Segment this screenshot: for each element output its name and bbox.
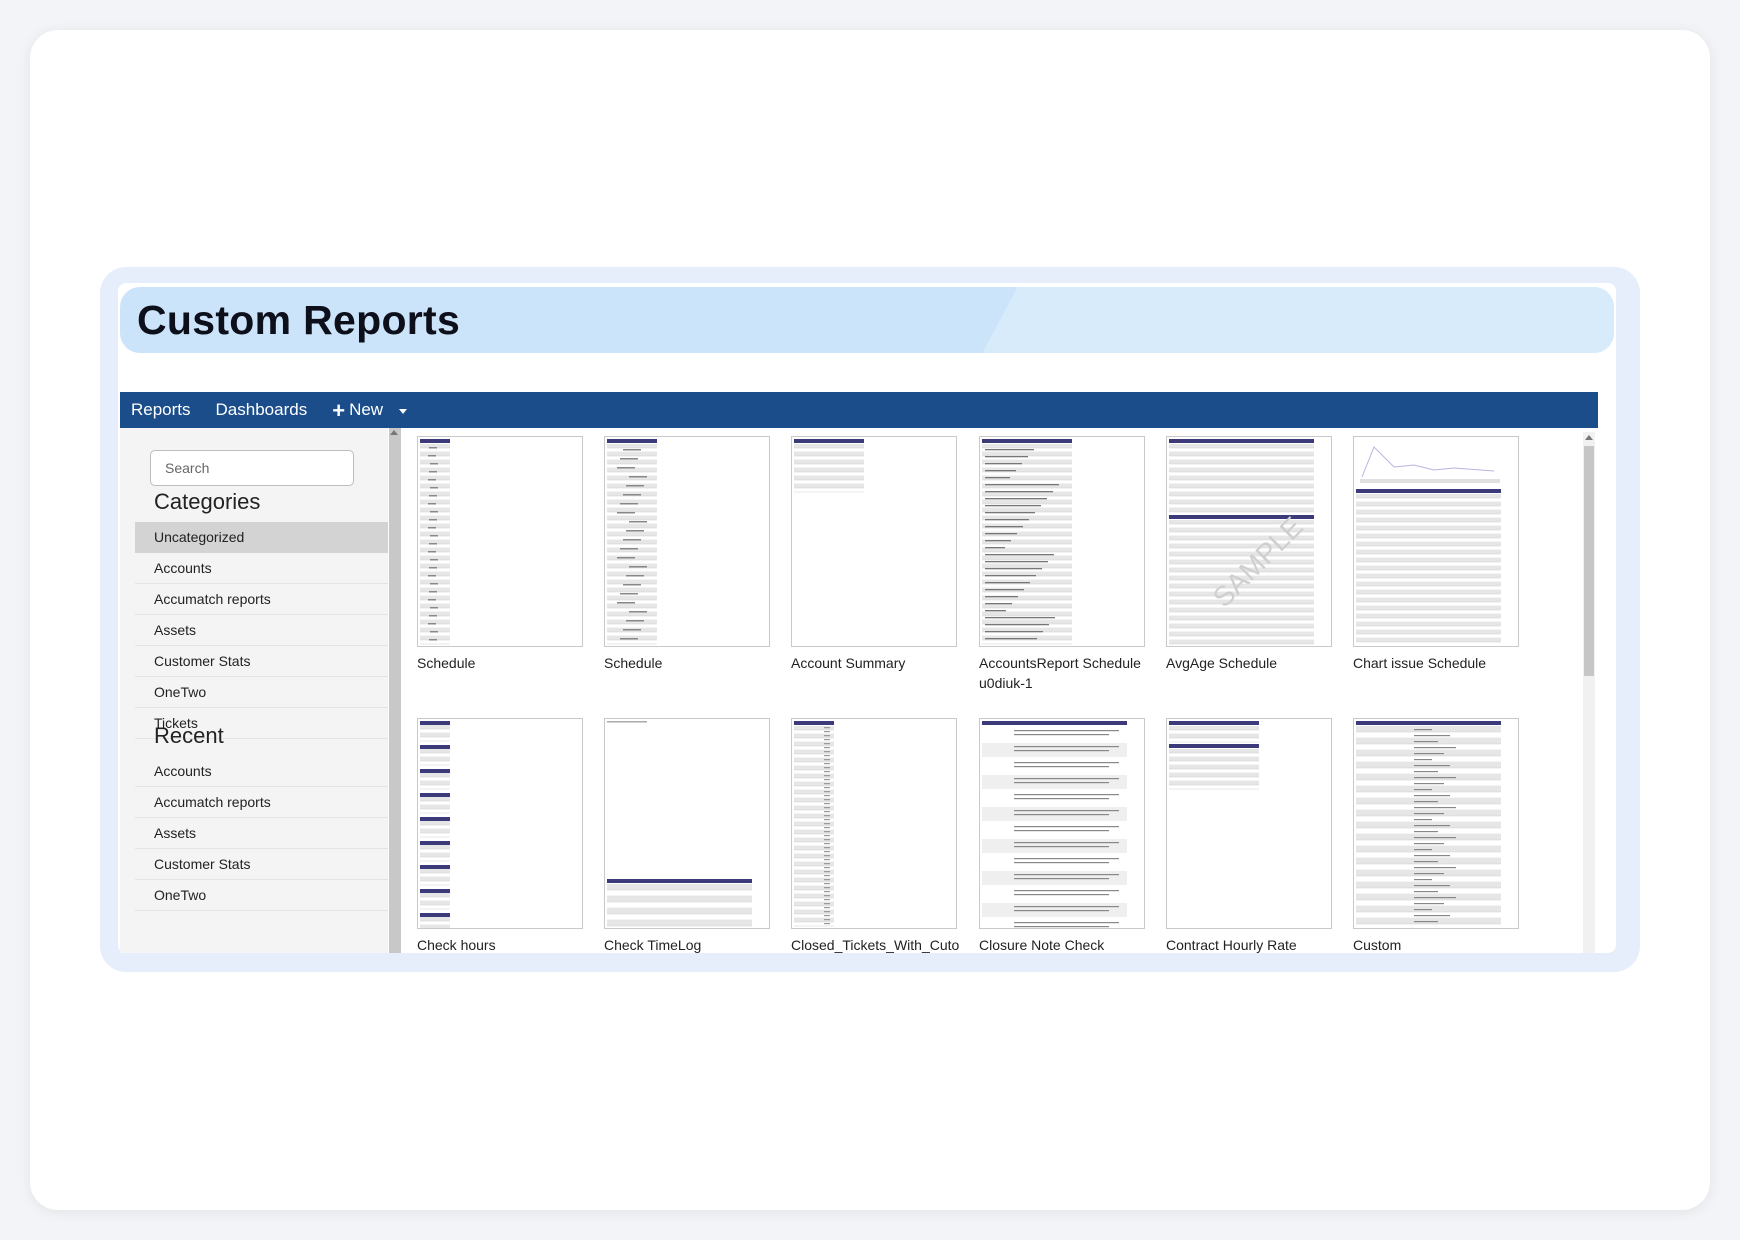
report-tile[interactable]: Check hours bbox=[417, 718, 583, 953]
report-thumbnail[interactable] bbox=[417, 718, 583, 929]
content-scrollbar[interactable] bbox=[1583, 432, 1595, 953]
report-name[interactable]: Schedule bbox=[417, 653, 583, 673]
top-navbar: Reports Dashboards + New bbox=[120, 392, 1598, 428]
sidebar: Categories UncategorizedAccountsAccumatc… bbox=[120, 428, 388, 953]
page-title: Custom Reports bbox=[137, 297, 461, 343]
categories-heading: Categories bbox=[154, 489, 261, 514]
recent-heading: Recent bbox=[154, 723, 224, 748]
report-tile[interactable]: Chart issue Schedule bbox=[1353, 436, 1519, 673]
scroll-up-arrow-icon[interactable] bbox=[390, 430, 398, 435]
report-tile[interactable]: Account Summary bbox=[791, 436, 957, 673]
reports-grid: Schedule Schedule Account Summary AccountsR… bbox=[402, 428, 1578, 953]
recent-item[interactable]: Accounts bbox=[135, 756, 388, 787]
report-name[interactable]: Account Summary bbox=[791, 653, 957, 673]
category-item[interactable]: Uncategorized bbox=[135, 522, 388, 553]
plus-icon: + bbox=[332, 397, 346, 423]
scroll-up-arrow-icon[interactable] bbox=[1585, 435, 1593, 440]
report-thumbnail[interactable] bbox=[1166, 718, 1332, 929]
nav-reports[interactable]: Reports bbox=[131, 400, 191, 420]
report-name[interactable]: Schedule bbox=[604, 653, 770, 673]
report-thumbnail[interactable] bbox=[417, 436, 583, 647]
report-name-line: AccountsReport Schedule bbox=[979, 655, 1141, 671]
page-header: Custom Reports bbox=[120, 287, 1614, 353]
report-tile[interactable]: Closed_Tickets_With_Cuto bbox=[791, 718, 959, 953]
report-thumbnail[interactable]: SAMPLE bbox=[1166, 436, 1332, 647]
sidebar-scrollbar[interactable] bbox=[389, 428, 401, 953]
caret-down-icon bbox=[399, 408, 408, 414]
report-tile[interactable]: Custom bbox=[1353, 718, 1519, 953]
report-thumbnail[interactable] bbox=[979, 436, 1145, 647]
report-tile[interactable]: Schedule bbox=[604, 436, 770, 673]
report-name[interactable]: Closure Note Check bbox=[979, 935, 1145, 953]
report-name-line: u0diuk-1 bbox=[979, 675, 1033, 691]
category-item[interactable]: Assets bbox=[135, 615, 388, 646]
category-item[interactable]: OneTwo bbox=[135, 677, 388, 708]
recent-item[interactable]: OneTwo bbox=[135, 880, 388, 911]
report-name[interactable]: Closed_Tickets_With_Cuto bbox=[791, 935, 959, 953]
report-name[interactable]: AvgAge Schedule bbox=[1166, 653, 1332, 673]
report-tile[interactable]: AccountsReport Schedule u0diuk-1 bbox=[979, 436, 1145, 693]
report-tile[interactable]: Schedule bbox=[417, 436, 583, 673]
report-tile[interactable]: SAMPLE AvgAge Schedule bbox=[1166, 436, 1332, 673]
recent-item[interactable]: Accumatch reports bbox=[135, 787, 388, 818]
new-dropdown-toggle[interactable] bbox=[397, 407, 408, 414]
report-tile[interactable]: Contract Hourly Rate bbox=[1166, 718, 1332, 953]
report-thumbnail[interactable] bbox=[791, 436, 957, 647]
report-thumbnail[interactable] bbox=[791, 718, 957, 929]
report-name[interactable]: Check hours bbox=[417, 935, 583, 953]
recent-item[interactable]: Customer Stats bbox=[135, 849, 388, 880]
report-thumbnail[interactable] bbox=[1353, 436, 1519, 647]
new-button-label: New bbox=[349, 400, 384, 419]
report-tile[interactable]: Check TimeLog bbox=[604, 718, 770, 953]
report-name[interactable]: AccountsReport Schedule u0diuk-1 bbox=[979, 653, 1145, 693]
search-input[interactable] bbox=[150, 450, 354, 486]
new-button[interactable]: + New bbox=[332, 397, 384, 423]
category-item[interactable]: Customer Stats bbox=[135, 646, 388, 677]
report-thumbnail[interactable] bbox=[604, 436, 770, 647]
report-name[interactable]: Check TimeLog bbox=[604, 935, 770, 953]
report-thumbnail[interactable] bbox=[604, 718, 770, 929]
report-thumbnail[interactable] bbox=[1353, 718, 1519, 929]
report-tile[interactable]: Closure Note Check bbox=[979, 718, 1145, 953]
report-name[interactable]: Custom bbox=[1353, 935, 1519, 953]
category-item[interactable]: Accumatch reports bbox=[135, 584, 388, 615]
nav-dashboards[interactable]: Dashboards bbox=[216, 400, 308, 420]
report-name[interactable]: Chart issue Schedule bbox=[1353, 653, 1519, 673]
recent-item[interactable]: Assets bbox=[135, 818, 388, 849]
report-name[interactable]: Contract Hourly Rate bbox=[1166, 935, 1332, 953]
report-thumbnail[interactable] bbox=[979, 718, 1145, 929]
category-item[interactable]: Accounts bbox=[135, 553, 388, 584]
scrollbar-thumb[interactable] bbox=[1584, 446, 1594, 676]
